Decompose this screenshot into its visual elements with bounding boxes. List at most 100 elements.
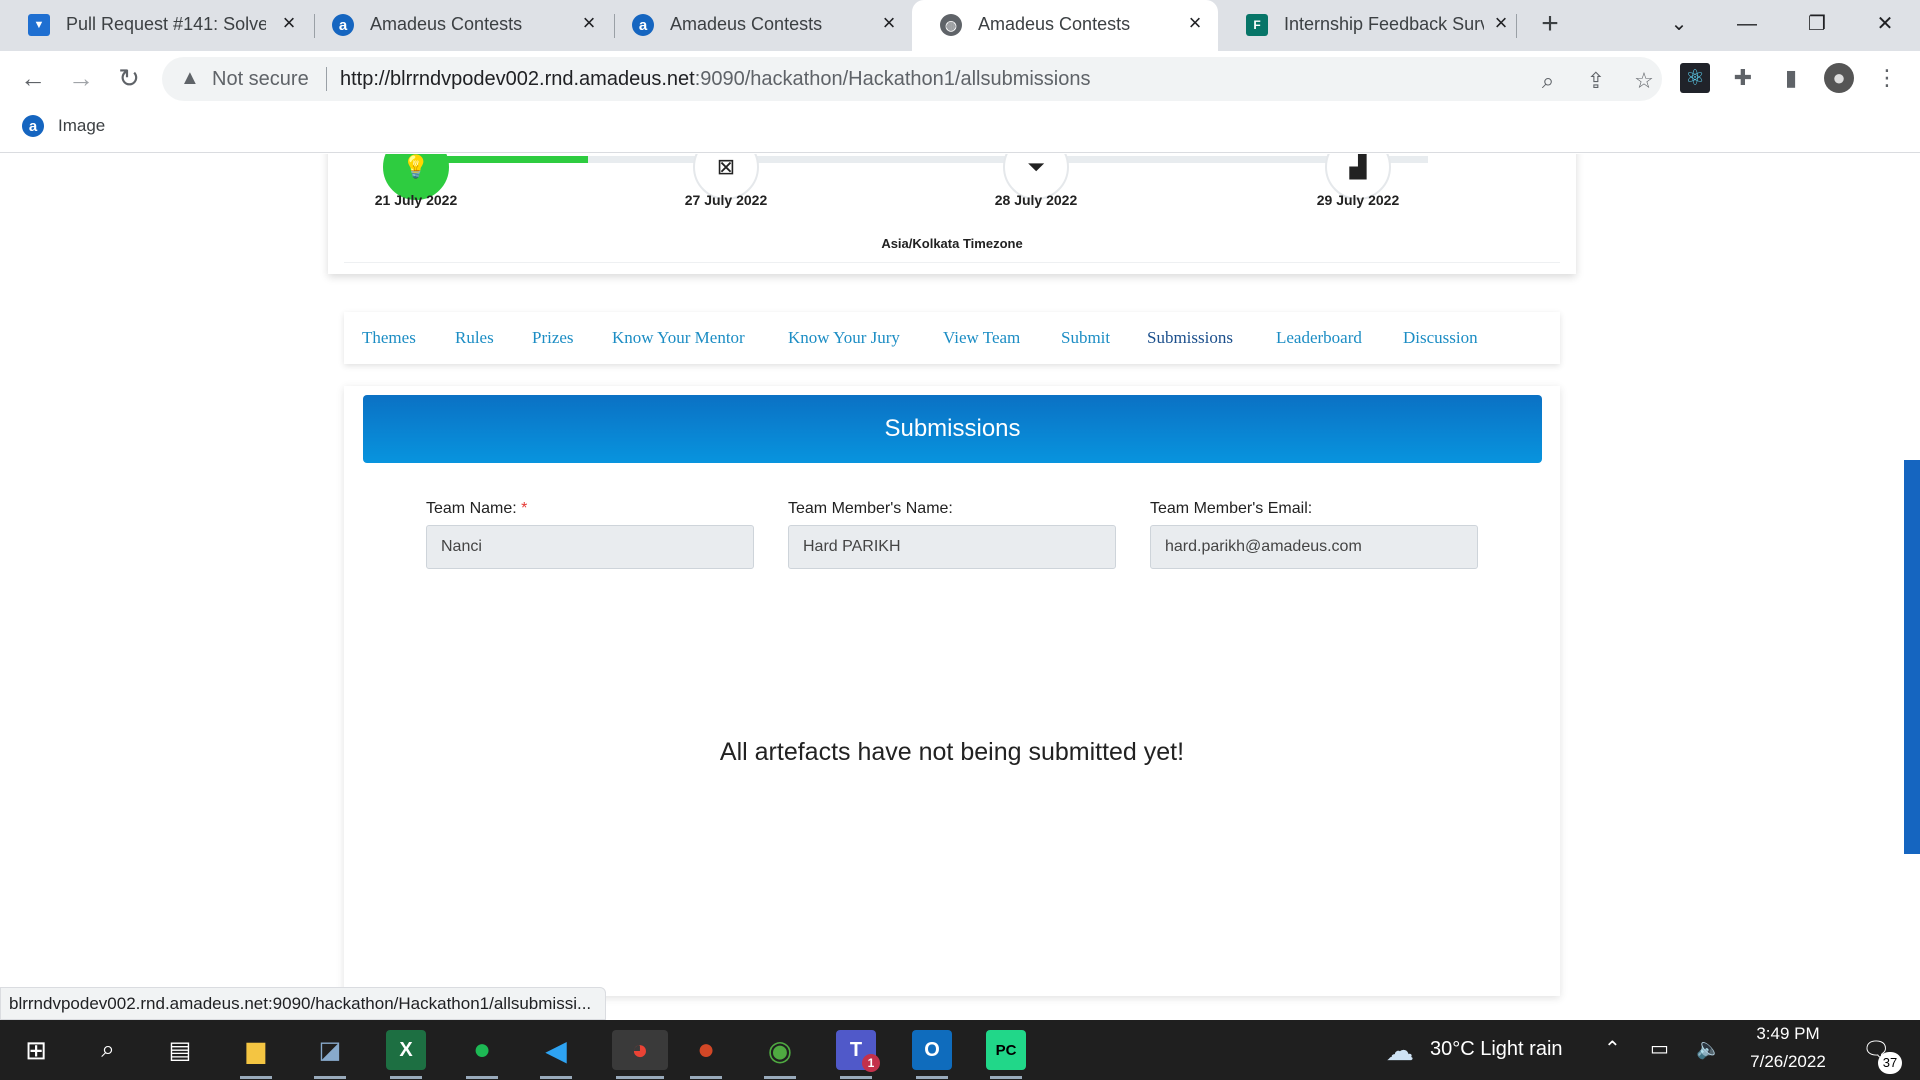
warning-icon[interactable]: ▲ (180, 67, 200, 90)
share-icon[interactable]: ⇪ (1582, 67, 1610, 95)
menu-kebab-icon[interactable]: ⋮ (1872, 63, 1902, 93)
teams-icon[interactable]: T1 (836, 1030, 880, 1079)
window-close-button[interactable]: ✕ (1858, 6, 1912, 42)
spotify-icon[interactable]: ● (462, 1030, 502, 1079)
url-path: :9090/hackathon/Hackathon1/allsubmission… (694, 68, 1091, 90)
nav-view-team[interactable]: View Team (943, 328, 1020, 348)
close-icon[interactable]: × (1488, 10, 1514, 36)
excel-icon[interactable]: X (386, 1030, 426, 1079)
outlook-icon[interactable]: O (912, 1030, 952, 1079)
tab-amadeus-2[interactable]: a Amadeus Contests × (604, 0, 912, 51)
close-icon[interactable]: × (1182, 10, 1208, 36)
divider (326, 67, 327, 91)
nav-discussion[interactable]: Discussion (1403, 328, 1478, 348)
empty-state-message: All artefacts have not being submitted y… (719, 738, 1185, 766)
member-email-label: Team Member's Email: (1150, 500, 1313, 517)
notepad-icon[interactable]: ◪ (310, 1030, 350, 1079)
restore-button[interactable]: ❐ (1790, 6, 1844, 42)
extensions-icon[interactable]: ✚ (1728, 63, 1758, 93)
nav-submissions[interactable]: Submissions (1147, 328, 1233, 348)
page-viewport: 💡 21 July 2022 ⊠ 27 July 2022 ⏷ 28 July … (0, 154, 1920, 1020)
avatar[interactable]: ● (1824, 63, 1854, 93)
link-status-bubble: blrrndvpodev002.rnd.amadeus.net:9090/hac… (0, 987, 607, 1020)
milestone-date: 27 July 2022 (684, 192, 768, 208)
timeline-card: 💡 21 July 2022 ⊠ 27 July 2022 ⏷ 28 July … (328, 154, 1576, 274)
notification-center-icon[interactable]: 🗨 37 (1856, 1030, 1902, 1074)
url-text[interactable]: http://blrrndvpodev002.rnd.amadeus.net:9… (340, 68, 1091, 91)
new-tab-button[interactable]: + (1534, 9, 1566, 41)
member-email-field[interactable] (1150, 525, 1478, 569)
amadeus-icon: a (332, 14, 354, 36)
pycharm-icon[interactable]: PC (986, 1030, 1026, 1079)
lightbulb-icon: 💡 (402, 154, 430, 179)
task-view-icon[interactable]: ▤ (160, 1030, 200, 1070)
forms-icon: F (1246, 14, 1268, 36)
amadeus-icon: a (632, 14, 654, 36)
tab-separator (1516, 14, 1517, 38)
star-icon[interactable]: ☆ (1630, 67, 1658, 95)
milestone-date: 21 July 2022 (374, 192, 458, 208)
security-label[interactable]: Not secure (212, 68, 309, 91)
windows-start-icon[interactable]: ⊞ (16, 1030, 56, 1070)
hackathon-nav: Themes Rules Prizes Know Your Mentor Kno… (344, 312, 1560, 364)
notification-count: 37 (1878, 1052, 1902, 1074)
battery-icon[interactable]: ▭ (1650, 1036, 1669, 1061)
close-icon[interactable]: × (276, 10, 302, 36)
tab-title: Internship Feedback Surv (1284, 14, 1484, 34)
close-icon[interactable]: × (576, 10, 602, 36)
azure-devops-icon: ▼ (28, 14, 50, 36)
nav-rules[interactable]: Rules (455, 328, 494, 348)
team-name-field[interactable] (426, 525, 754, 569)
forward-arrow-icon[interactable]: → (64, 61, 98, 95)
nav-know-your-mentor[interactable]: Know Your Mentor (612, 328, 745, 348)
tab-feedback-survey[interactable]: F Internship Feedback Surv × (1218, 0, 1524, 51)
bookmarks-bar: a Image (0, 105, 1920, 153)
bookmark-image[interactable]: a Image (22, 115, 105, 137)
team-name-label-text: Team Name: (426, 500, 517, 517)
zoom-icon[interactable]: ⌕ (1534, 67, 1562, 95)
podium-icon: ▟ (1349, 154, 1367, 179)
chrome-icon[interactable]: ◕ (612, 1030, 668, 1079)
team-name-label: Team Name: * (426, 500, 527, 518)
clock-date[interactable]: 7/26/2022 (1738, 1052, 1838, 1072)
windows-taskbar: ⊞ ⌕ ▤ ▆ ◪ X ● ◀ ◕ ● ◉ T1 O PC ☁ 30°C Lig… (0, 1020, 1920, 1080)
close-box-icon: ⊠ (716, 154, 736, 179)
minimize-button[interactable]: — (1720, 6, 1774, 42)
bookmark-label: Image (58, 116, 106, 135)
close-icon[interactable]: × (876, 10, 902, 36)
required-marker: * (521, 500, 528, 517)
tab-title: Amadeus Contests (670, 14, 823, 34)
teams-badge: 1 (862, 1054, 880, 1072)
nav-leaderboard[interactable]: Leaderboard (1276, 328, 1362, 348)
tab-pull-request[interactable]: ▼ Pull Request #141: Solved × (0, 0, 312, 51)
tab-title: Amadeus Contests (370, 14, 523, 34)
chevron-up-icon[interactable]: ⌃ (1604, 1036, 1621, 1061)
weather-text[interactable]: 30°C Light rain (1430, 1038, 1563, 1061)
nav-themes[interactable]: Themes (362, 328, 416, 348)
nav-prizes[interactable]: Prizes (532, 328, 574, 348)
vscode-icon[interactable]: ◀ (536, 1030, 576, 1079)
member-name-field[interactable] (788, 525, 1116, 569)
mongodb-compass-icon[interactable]: ◉ (760, 1030, 800, 1079)
clock-time[interactable]: 3:49 PM (1738, 1024, 1838, 1044)
tab-search-icon[interactable]: ⌄ (1652, 6, 1706, 42)
nav-know-your-jury[interactable]: Know Your Jury (788, 328, 900, 348)
reload-icon[interactable]: ↻ (112, 61, 146, 95)
side-panel-icon[interactable]: ▮ (1776, 63, 1806, 93)
search-icon[interactable]: ⌕ (88, 1030, 128, 1070)
divider (344, 262, 1560, 263)
page-title: Submissions (363, 395, 1542, 463)
nav-submit[interactable]: Submit (1061, 328, 1110, 348)
file-explorer-icon[interactable]: ▆ (236, 1030, 276, 1079)
back-arrow-icon[interactable]: ← (16, 61, 50, 95)
address-bar[interactable]: ▲ Not secure http://blrrndvpodev002.rnd.… (162, 57, 1662, 101)
timezone-label: Asia/Kolkata Timezone (881, 236, 1023, 251)
react-devtools-icon[interactable]: ⚛ (1680, 63, 1710, 93)
powerpoint-icon[interactable]: ● (686, 1030, 726, 1079)
tab-amadeus-active[interactable]: ◍ Amadeus Contests × (912, 0, 1218, 51)
tab-title: Amadeus Contests (978, 14, 1131, 34)
weather-cloud-icon[interactable]: ☁ (1380, 1030, 1420, 1070)
volume-icon[interactable]: 🔈 (1696, 1036, 1721, 1061)
side-scroll-tab[interactable] (1904, 460, 1920, 854)
tab-amadeus-1[interactable]: a Amadeus Contests × (304, 0, 612, 51)
